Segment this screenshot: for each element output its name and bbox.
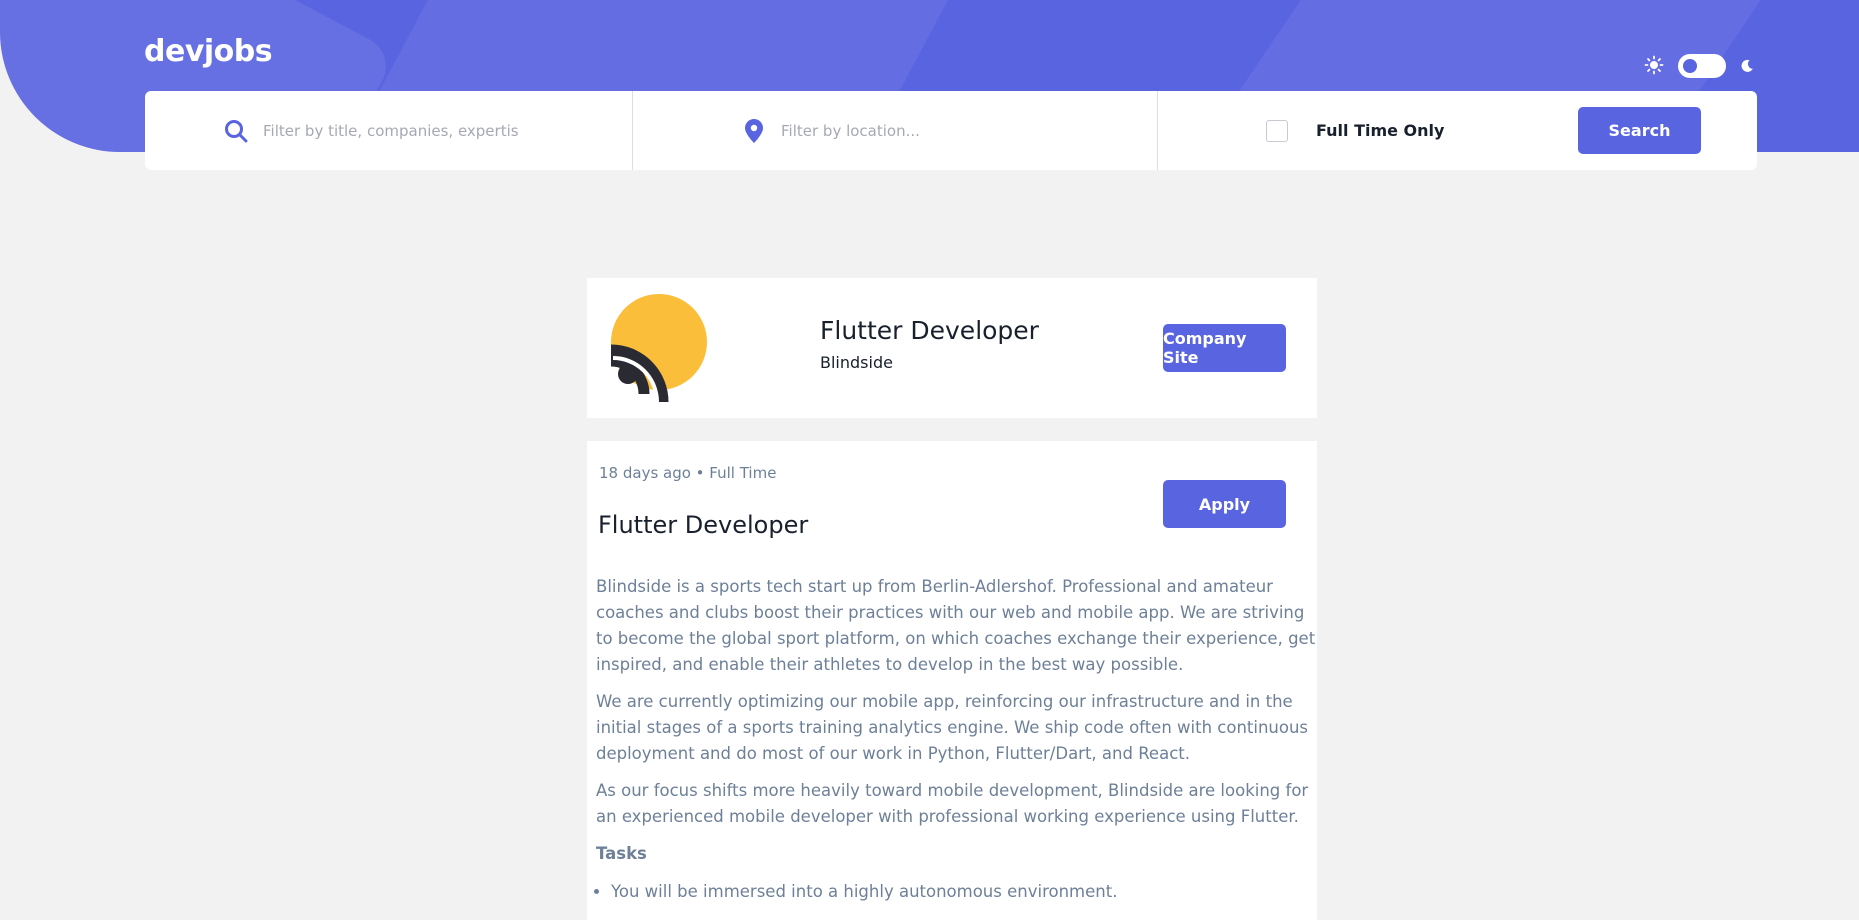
- full-time-checkbox[interactable]: [1266, 119, 1288, 142]
- company-logo: [601, 292, 711, 403]
- full-time-filter: Full Time Only Search: [1158, 91, 1757, 170]
- moon-icon: [1740, 56, 1754, 76]
- apply-button[interactable]: Apply: [1163, 480, 1286, 528]
- location-filter-input[interactable]: [779, 120, 1073, 141]
- tasks-list: You will be immersed into a highly auton…: [596, 879, 1316, 905]
- title-filter: [145, 91, 633, 170]
- theme-toggle: [1644, 52, 1754, 80]
- search-bar: Full Time Only Search: [145, 91, 1757, 170]
- description-paragraph: We are currently optimizing our mobile a…: [596, 692, 1309, 763]
- description-paragraph: Blindside is a sports tech start up from…: [596, 577, 1316, 674]
- location-pin-icon: [741, 118, 767, 144]
- task-item: You will be immersed into a highly auton…: [611, 879, 1316, 905]
- full-time-label[interactable]: Full Time Only: [1316, 121, 1444, 140]
- company-name: Blindside: [820, 353, 893, 372]
- company-info: Flutter Developer Blindside: [820, 316, 1039, 372]
- search-icon: [223, 118, 249, 144]
- location-filter: [633, 91, 1158, 170]
- job-meta: 18 days ago • Full Time: [599, 464, 777, 482]
- job-details-card: 18 days ago • Full Time Flutter Develope…: [587, 441, 1317, 920]
- company-site-button[interactable]: Company Site: [1163, 324, 1286, 372]
- search-button[interactable]: Search: [1578, 107, 1701, 154]
- tasks-heading: Tasks: [596, 844, 647, 863]
- company-job-title: Flutter Developer: [820, 316, 1039, 345]
- job-title: Flutter Developer: [598, 511, 809, 539]
- theme-switch-knob: [1683, 59, 1697, 73]
- description-paragraph: As our focus shifts more heavily toward …: [596, 781, 1309, 826]
- theme-switch[interactable]: [1678, 54, 1726, 78]
- logo[interactable]: devjobs: [144, 34, 273, 69]
- job-description: Blindside is a sports tech start up from…: [596, 574, 1316, 905]
- title-filter-input[interactable]: [261, 120, 555, 141]
- sun-icon: [1644, 55, 1664, 78]
- company-card: Flutter Developer Blindside Company Site: [587, 278, 1317, 418]
